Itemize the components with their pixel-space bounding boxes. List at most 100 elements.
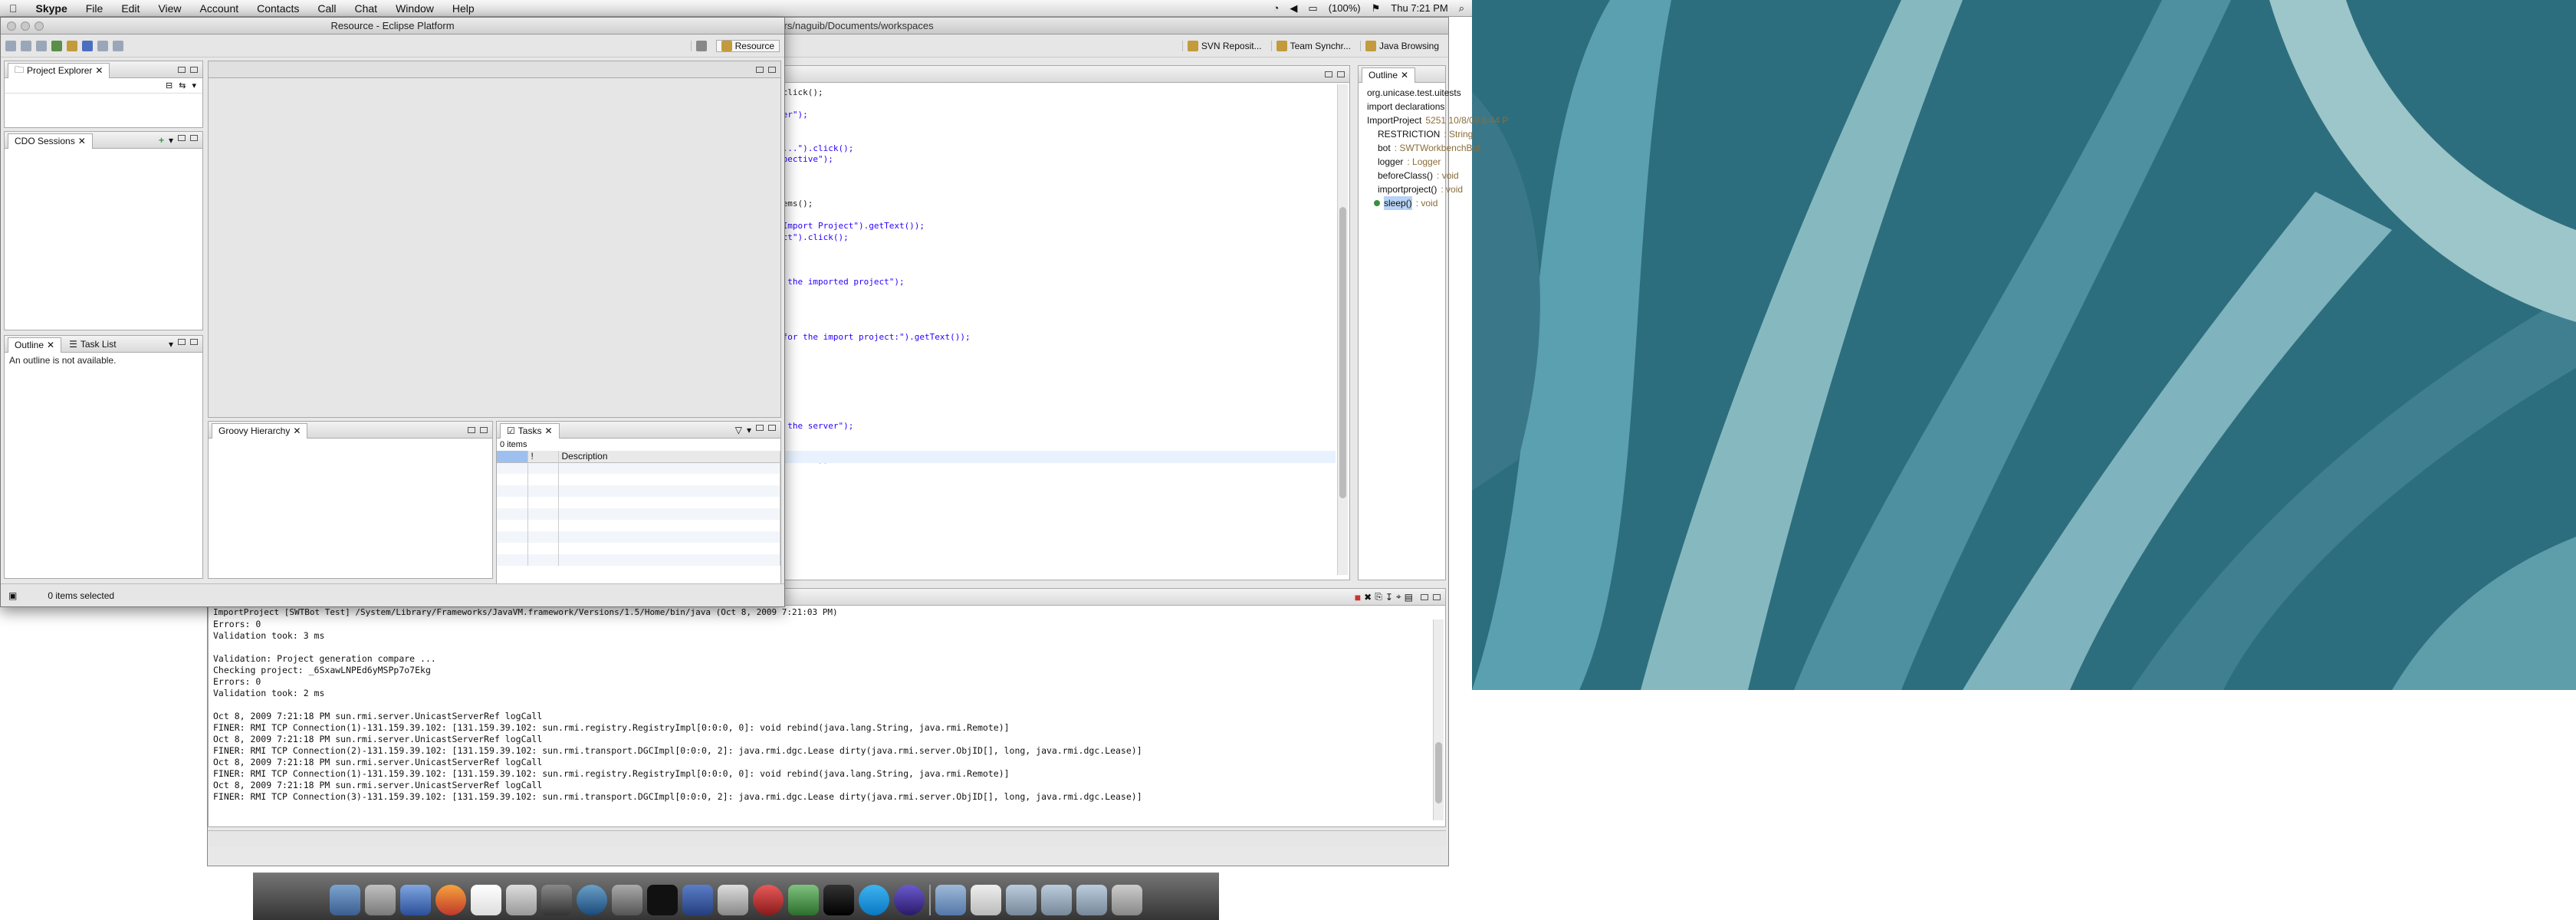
- itunes-icon[interactable]: [541, 885, 572, 915]
- textedit-icon[interactable]: [718, 885, 748, 915]
- minimized-window-icon[interactable]: [1006, 885, 1037, 915]
- maximize-icon[interactable]: [1433, 593, 1441, 600]
- code-line[interactable]: t the imported project");: [777, 277, 1345, 288]
- volume-icon[interactable]: ◀: [1290, 2, 1297, 15]
- outline-node[interactable]: ImportProject 5251 10/8/09 6:44 P: [1363, 113, 1508, 127]
- clear-console-icon[interactable]: ⎘: [1375, 591, 1382, 603]
- close-icon[interactable]: ✕: [544, 426, 552, 436]
- scrollbar-thumb[interactable]: [1339, 207, 1346, 498]
- scrollbar-thumb[interactable]: [1435, 742, 1442, 803]
- console-line[interactable]: Validation took: 3 ms: [213, 630, 1441, 642]
- console-line[interactable]: [213, 642, 1441, 653]
- minimize-icon[interactable]: [178, 134, 186, 141]
- close-window-button[interactable]: [7, 21, 16, 31]
- tab-tasks[interactable]: ☑ Tasks ✕: [500, 422, 560, 439]
- minimized-window-icon[interactable]: [1041, 885, 1072, 915]
- open-perspective-button[interactable]: [690, 40, 711, 51]
- outline-node[interactable]: import declarations: [1363, 100, 1444, 113]
- code-line[interactable]: [777, 343, 1345, 355]
- tasks-col-priority[interactable]: !: [527, 451, 559, 462]
- perspective-svn[interactable]: SVN Reposit...: [1181, 40, 1267, 51]
- spotlight-icon[interactable]: ⌕: [1459, 2, 1464, 15]
- code-line[interactable]: [777, 354, 1345, 366]
- open-type-icon[interactable]: [67, 40, 77, 51]
- code-line[interactable]: g the server");: [777, 421, 1345, 432]
- code-line[interactable]: [777, 210, 1345, 222]
- tab-outline[interactable]: Outline ✕: [8, 337, 62, 353]
- menu-help[interactable]: Help: [443, 2, 484, 15]
- menu-account[interactable]: Account: [191, 2, 248, 15]
- close-icon[interactable]: ✕: [78, 136, 86, 146]
- console-line[interactable]: FINER: RMI TCP Connection(1)-131.159.39.…: [213, 768, 1441, 780]
- code-line[interactable]: [777, 188, 1345, 199]
- menu-clock[interactable]: Thu 7:21 PM: [1391, 2, 1447, 14]
- zoom-window-button[interactable]: [34, 21, 44, 31]
- tasks-col-complete[interactable]: [497, 451, 528, 462]
- console-line[interactable]: Validation took: 2 ms: [213, 688, 1441, 699]
- console-line[interactable]: [213, 699, 1441, 711]
- print-icon[interactable]: [36, 40, 47, 51]
- console-output[interactable]: Errors: 0 Validation took: 3 ms Validatio…: [209, 619, 1445, 803]
- remove-launch-icon[interactable]: ✖: [1364, 592, 1372, 603]
- time-machine-icon[interactable]: [577, 885, 607, 915]
- applications-folder-icon[interactable]: [935, 885, 966, 915]
- code-line[interactable]: [777, 410, 1345, 422]
- document-icon[interactable]: [971, 885, 1001, 915]
- console-line[interactable]: Errors: 0: [213, 619, 1441, 630]
- code-line[interactable]: [777, 132, 1345, 143]
- finder-icon[interactable]: [330, 885, 360, 915]
- console-line[interactable]: Oct 8, 2009 7:21:18 PM sun.rmi.server.Un…: [213, 711, 1441, 722]
- minimize-icon[interactable]: [756, 424, 764, 431]
- display-console-icon[interactable]: ▤: [1405, 592, 1413, 603]
- maximize-icon[interactable]: [480, 426, 488, 433]
- run-icon[interactable]: [51, 40, 62, 51]
- battery-icon[interactable]: ▭: [1308, 2, 1317, 15]
- minimize-icon[interactable]: [756, 66, 764, 73]
- code-line[interactable]: [777, 166, 1345, 177]
- console-line[interactable]: Oct 8, 2009 7:21:18 PM sun.rmi.server.Un…: [213, 757, 1441, 768]
- code-line[interactable]: [777, 399, 1345, 410]
- console-line[interactable]: FINER: RMI TCP Connection(2)-131.159.39.…: [213, 745, 1441, 757]
- view-menu-icon[interactable]: ▾: [747, 425, 751, 435]
- outline-node[interactable]: org.unicase.test.uitests: [1363, 86, 1461, 100]
- minimize-icon[interactable]: [1325, 71, 1332, 77]
- minimize-icon[interactable]: [468, 426, 475, 433]
- code-line[interactable]: [777, 265, 1345, 277]
- tab-outline[interactable]: Outline ✕: [1362, 67, 1416, 83]
- view-menu-icon[interactable]: ▾: [169, 339, 173, 350]
- firefox-icon[interactable]: [435, 885, 466, 915]
- maximize-icon[interactable]: [190, 66, 198, 73]
- menu-view[interactable]: View: [149, 2, 190, 15]
- apple-menu-icon[interactable]: : [0, 2, 27, 15]
- code-line[interactable]: [777, 255, 1345, 266]
- code-line[interactable]: [777, 376, 1345, 388]
- code-line[interactable]: ser");: [777, 110, 1345, 121]
- tab-groovy-hierarchy[interactable]: Groovy Hierarchy ✕: [212, 422, 308, 439]
- outline-node[interactable]: RESTRICTION: String: [1363, 127, 1473, 141]
- code-line[interactable]: [777, 288, 1345, 299]
- code-line[interactable]: [777, 366, 1345, 377]
- outline-node[interactable]: logger: Logger: [1363, 155, 1441, 169]
- menu-file[interactable]: File: [77, 2, 113, 15]
- code-line[interactable]: tems();: [777, 199, 1345, 210]
- console-line[interactable]: FINER: RMI TCP Connection(1)-131.159.39.…: [213, 722, 1441, 734]
- console-line[interactable]: Oct 8, 2009 7:21:18 PM sun.rmi.server.Un…: [213, 734, 1441, 745]
- outline-node[interactable]: sleep(): void: [1363, 196, 1441, 210]
- tab-task-list[interactable]: ☰ Task List: [64, 339, 120, 350]
- fast-view-icon[interactable]: ▣: [8, 590, 17, 601]
- dashboard-icon[interactable]: [365, 885, 396, 915]
- eclipse-icon[interactable]: [894, 885, 925, 915]
- code-line[interactable]: [777, 299, 1345, 310]
- new-icon[interactable]: [5, 40, 16, 51]
- back-icon[interactable]: [97, 40, 108, 51]
- flag-icon[interactable]: ⚑: [1372, 2, 1381, 15]
- code-line[interactable]: [777, 321, 1345, 333]
- console-line[interactable]: Errors: 0: [213, 676, 1441, 688]
- console-line[interactable]: Oct 8, 2009 7:21:18 PM sun.rmi.server.Un…: [213, 780, 1441, 791]
- forward-icon[interactable]: [113, 40, 123, 51]
- trash-icon[interactable]: [1112, 885, 1142, 915]
- console-line[interactable]: FINER: RMI TCP Connection(3)-131.159.39.…: [213, 791, 1441, 803]
- terminate-icon[interactable]: ■: [1355, 591, 1361, 603]
- terminal-icon[interactable]: [647, 885, 678, 915]
- view-menu-icon[interactable]: ▾: [192, 80, 196, 90]
